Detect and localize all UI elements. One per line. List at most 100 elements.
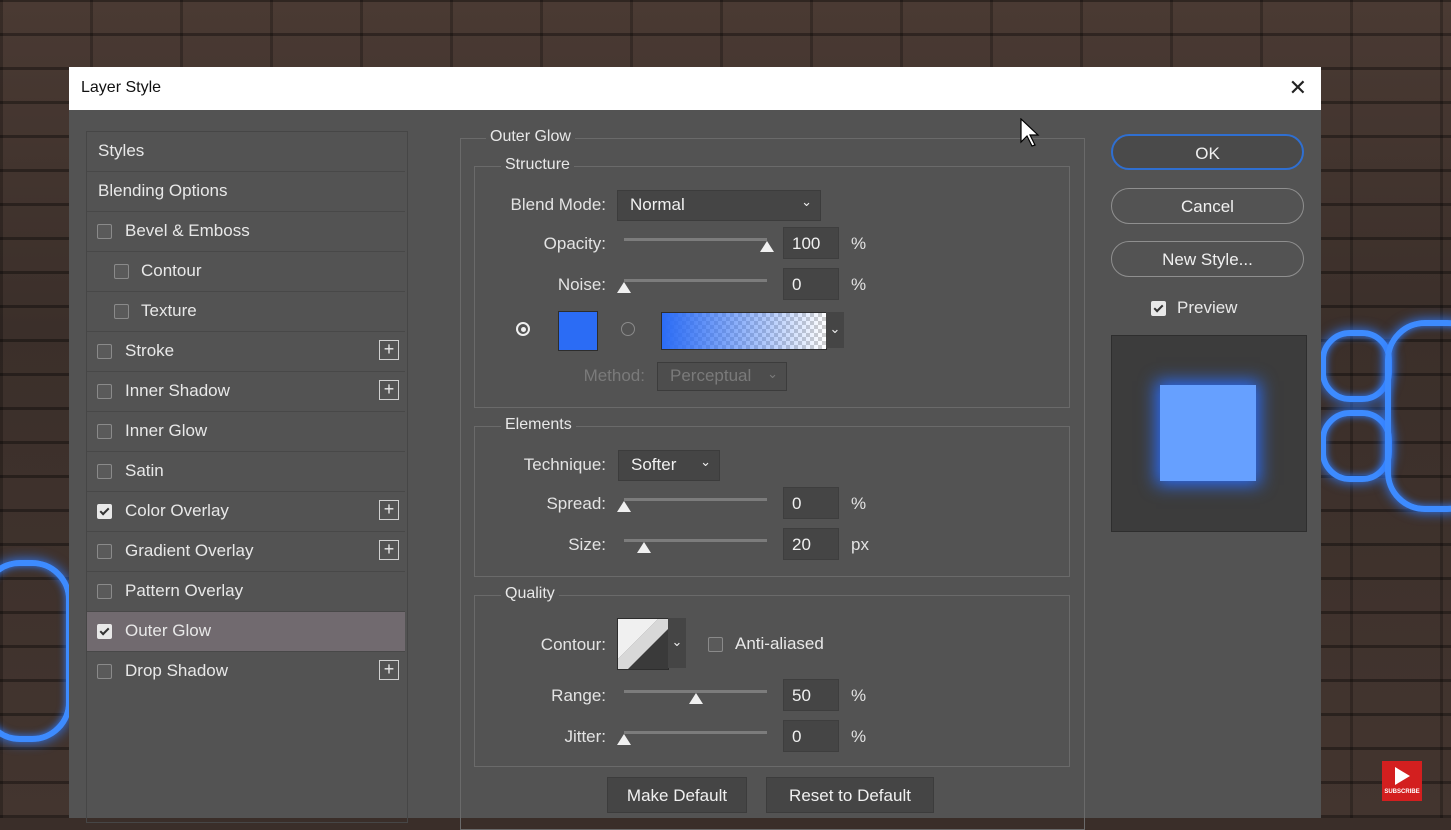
drop-shadow-item[interactable]: Drop Shadow +	[87, 652, 405, 691]
texture-checkbox[interactable]	[114, 304, 129, 319]
styles-list: Styles Blending Options Bevel & Emboss C…	[86, 131, 408, 823]
preview-label: Preview	[1177, 298, 1238, 317]
opacity-input[interactable]: 100	[783, 227, 839, 259]
jitter-slider-thumb[interactable]	[617, 734, 631, 745]
bevel-emboss-item[interactable]: Bevel & Emboss	[87, 212, 405, 252]
blend-mode-select[interactable]: Normal ⌄	[617, 190, 821, 221]
pattern-overlay-label: Pattern Overlay	[125, 581, 244, 600]
stroke-checkbox[interactable]	[97, 344, 112, 359]
size-slider-thumb[interactable]	[637, 542, 652, 553]
color-swatch[interactable]	[558, 311, 598, 351]
jitter-label: Jitter:	[564, 727, 606, 746]
close-icon[interactable]: ✕	[1289, 75, 1307, 101]
mouse-cursor-icon	[1020, 118, 1040, 147]
ok-button[interactable]: OK	[1111, 134, 1304, 170]
satin-checkbox[interactable]	[97, 464, 112, 479]
contour-label: Contour	[141, 261, 202, 280]
opacity-unit: %	[851, 234, 867, 253]
noise-input[interactable]: 0	[783, 268, 839, 300]
subscribe-badge[interactable]: SUBSCRIBE	[1382, 761, 1422, 801]
contour-item[interactable]: Contour	[87, 252, 405, 292]
drop-shadow-checkbox[interactable]	[97, 664, 112, 679]
color-overlay-add-icon[interactable]: +	[379, 500, 399, 520]
color-radio[interactable]	[516, 322, 530, 336]
contour-curve-icon	[618, 619, 668, 669]
contour-preview[interactable]	[617, 618, 669, 670]
color-overlay-checkbox[interactable]	[97, 504, 112, 519]
pattern-overlay-checkbox[interactable]	[97, 584, 112, 599]
spread-unit: %	[851, 494, 867, 513]
chevron-down-icon: ⌄	[671, 634, 683, 649]
bevel-emboss-checkbox[interactable]	[97, 224, 112, 239]
bevel-emboss-label: Bevel & Emboss	[125, 221, 250, 240]
spread-slider[interactable]	[624, 498, 767, 501]
spread-slider-thumb[interactable]	[617, 501, 631, 512]
inner-glow-checkbox[interactable]	[97, 424, 112, 439]
gradient-dropdown[interactable]: ⌄	[826, 312, 844, 348]
outer-glow-title: Outer Glow	[486, 128, 575, 146]
technique-select[interactable]: Softer ⌄	[618, 450, 720, 481]
blending-options-item[interactable]: Blending Options	[87, 172, 405, 212]
jitter-slider[interactable]	[624, 731, 767, 734]
inner-shadow-item[interactable]: Inner Shadow +	[87, 372, 405, 412]
size-input[interactable]: 20	[783, 528, 839, 560]
gradient-preview[interactable]	[661, 312, 827, 350]
jitter-input[interactable]: 0	[783, 720, 839, 752]
range-input[interactable]: 50	[783, 679, 839, 711]
gradient-radio[interactable]	[621, 322, 635, 336]
gradient-overlay-add-icon[interactable]: +	[379, 540, 399, 560]
inner-shadow-checkbox[interactable]	[97, 384, 112, 399]
satin-item[interactable]: Satin	[87, 452, 405, 492]
gradient-overlay-checkbox[interactable]	[97, 544, 112, 559]
outer-glow-label: Outer Glow	[125, 621, 211, 640]
size-label: Size:	[568, 535, 606, 554]
cancel-button[interactable]: Cancel	[1111, 188, 1304, 224]
styles-item[interactable]: Styles	[87, 132, 405, 172]
opacity-slider-thumb[interactable]	[760, 241, 774, 252]
contour-dropdown[interactable]: ⌄	[668, 618, 686, 668]
stroke-item[interactable]: Stroke +	[87, 332, 405, 372]
inner-glow-label: Inner Glow	[125, 421, 208, 440]
inner-shadow-add-icon[interactable]: +	[379, 380, 399, 400]
inner-glow-item[interactable]: Inner Glow	[87, 412, 405, 452]
texture-label: Texture	[141, 301, 197, 320]
color-overlay-item[interactable]: Color Overlay +	[87, 492, 405, 532]
pattern-overlay-item[interactable]: Pattern Overlay	[87, 572, 405, 612]
blend-mode-value: Normal	[630, 195, 685, 214]
reset-to-default-button[interactable]: Reset to Default	[766, 777, 934, 813]
preview-shape	[1160, 385, 1256, 481]
noise-slider-thumb[interactable]	[617, 282, 631, 293]
drop-shadow-add-icon[interactable]: +	[379, 660, 399, 680]
chevron-down-icon: ⌄	[700, 454, 711, 469]
stroke-label: Stroke	[125, 341, 175, 360]
gradient-overlay-label: Gradient Overlay	[125, 541, 254, 560]
preview-checkbox[interactable]	[1151, 301, 1166, 316]
color-overlay-label: Color Overlay	[125, 501, 229, 520]
play-icon	[1395, 767, 1410, 785]
size-unit: px	[851, 535, 869, 554]
method-label: Method:	[583, 366, 645, 385]
spread-input[interactable]: 0	[783, 487, 839, 519]
texture-item[interactable]: Texture	[87, 292, 405, 332]
range-slider-thumb[interactable]	[688, 693, 703, 704]
neon-sign-right-2	[1320, 410, 1392, 482]
opacity-slider[interactable]	[624, 238, 767, 241]
gradient-overlay-item[interactable]: Gradient Overlay +	[87, 532, 405, 572]
noise-unit: %	[851, 275, 867, 294]
outer-glow-item[interactable]: Outer Glow	[87, 612, 405, 652]
outer-glow-checkbox[interactable]	[97, 624, 112, 639]
technique-label: Technique:	[523, 455, 606, 474]
make-default-button[interactable]: Make Default	[607, 777, 747, 813]
new-style-button[interactable]: New Style...	[1111, 241, 1304, 277]
noise-slider[interactable]	[624, 279, 767, 282]
quality-title: Quality	[501, 585, 559, 603]
structure-title: Structure	[501, 156, 574, 174]
subscribe-label: SUBSCRIBE	[1384, 789, 1420, 795]
range-label: Range:	[551, 686, 606, 705]
dialog-title: Layer Style	[81, 79, 162, 96]
anti-aliased-checkbox[interactable]	[708, 637, 723, 652]
stroke-add-icon[interactable]: +	[379, 340, 399, 360]
contour-checkbox[interactable]	[114, 264, 129, 279]
styles-item-label: Styles	[98, 141, 145, 160]
blending-options-label: Blending Options	[98, 181, 228, 200]
